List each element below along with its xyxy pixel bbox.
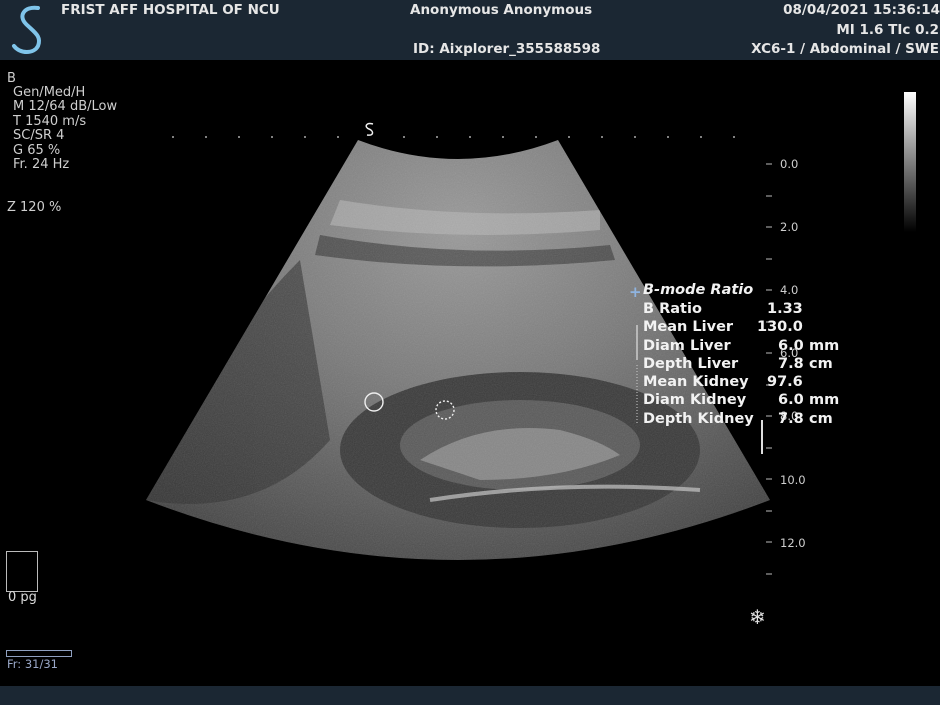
param-line: Fr. 24 Hz [13, 157, 70, 172]
supersonic-logo-icon [12, 5, 41, 54]
bottom-bar [0, 686, 940, 705]
measurement-unit: cm [809, 356, 833, 372]
measurement-label: Diam Kidney [643, 392, 747, 408]
measurement-unit: mm [809, 392, 840, 408]
measurement-label: Mean Kidney [643, 374, 749, 390]
hospital-name: FRIST AFF HOSPITAL OF NCU [61, 2, 280, 18]
mi-tic-readout: MI 1.6 TIc 0.2 [836, 22, 939, 38]
depth-label: 0.0 [780, 157, 799, 171]
grayscale-bar [904, 92, 916, 232]
measurement-value: 7.8 [778, 356, 804, 372]
measurement-label: B Ratio [643, 301, 702, 317]
cine-frame-bar[interactable] [6, 650, 72, 657]
measurement-label: Diam Liver [643, 338, 731, 354]
measurement-label: Mean Liver [643, 319, 734, 335]
crosshair-icon: + [629, 283, 642, 301]
measurement-value: 6.0 [778, 338, 804, 354]
depth-label: 10.0 [780, 473, 806, 487]
imaging-mode: B [7, 71, 16, 86]
patient-name: Anonymous Anonymous [410, 2, 593, 18]
depth-label: 2.0 [780, 220, 799, 234]
measurement-value: 130.0 [757, 319, 803, 335]
measurement-title: B-mode Ratio [643, 282, 754, 298]
depth-ticks [766, 163, 772, 575]
exam-datetime: 08/04/2021 15:36:14 [783, 2, 940, 18]
top-info-bar: FRIST AFF HOSPITAL OF NCU Anonymous Anon… [0, 0, 940, 60]
measurement-label: Depth Kidney [643, 411, 754, 427]
patient-id: ID: Aixplorer_355588598 [413, 41, 601, 57]
measurement-unit: cm [809, 411, 833, 427]
measurement-label: Depth Liver [643, 356, 739, 372]
param-line: SC/SR 4 [13, 128, 65, 143]
zoom-readout: Z 120 % [7, 200, 62, 215]
snowflake-icon[interactable]: ❄ [749, 605, 766, 629]
page-label: 0 pg [8, 590, 37, 605]
param-line: M 12/64 dB/Low [13, 99, 118, 114]
frame-counter: Fr: 31/31 [7, 657, 58, 671]
page-thumbnail[interactable] [6, 551, 38, 592]
measurement-value: 6.0 [778, 392, 804, 408]
probe-orientation-icon [365, 122, 374, 136]
lateral-ruler [172, 136, 735, 138]
measurement-value: 97.6 [767, 374, 803, 390]
depth-label: 12.0 [780, 536, 806, 550]
measurement-value: 1.33 [767, 301, 803, 317]
measurement-value: 7.8 [778, 411, 804, 427]
probe-preset: XC6-1 / Abdominal / SWE [751, 41, 939, 57]
ultrasound-image[interactable] [0, 60, 940, 686]
measurement-unit: mm [809, 338, 840, 354]
depth-label: 4.0 [780, 283, 799, 297]
